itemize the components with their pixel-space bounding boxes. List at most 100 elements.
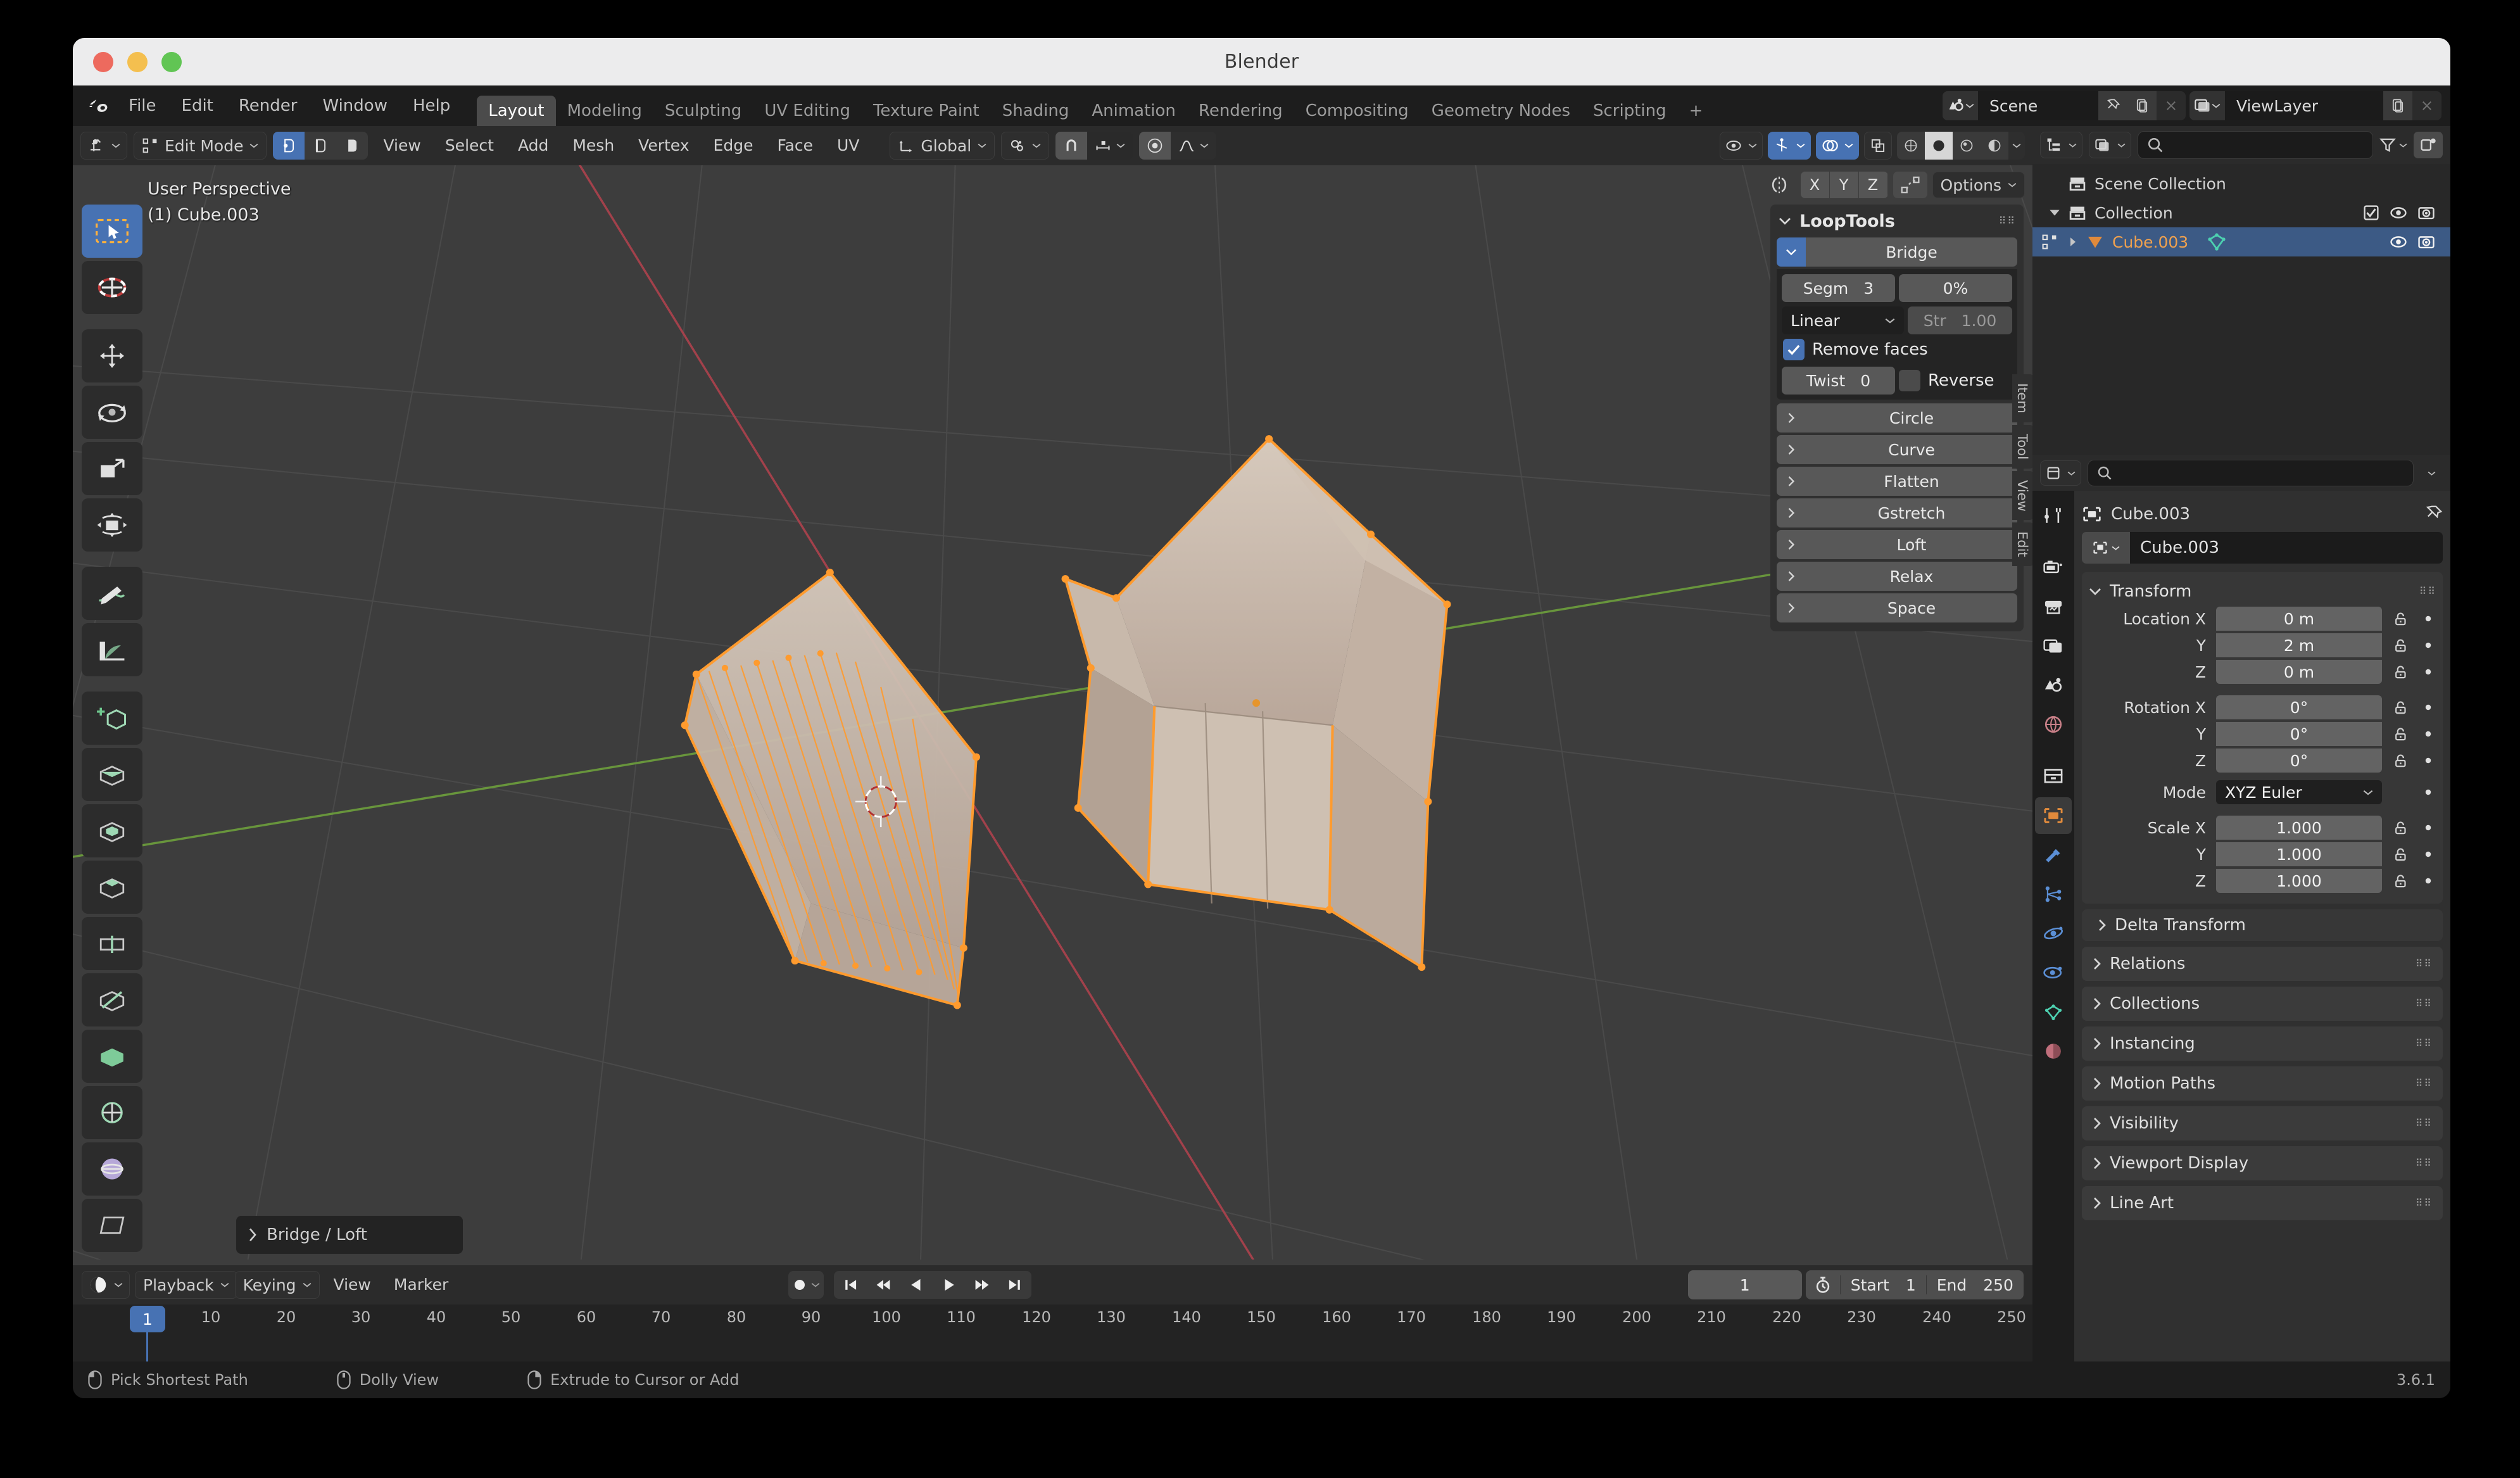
- play-reverse-icon[interactable]: [900, 1271, 933, 1299]
- looptools-gstretch-row[interactable]: Gstretch: [1777, 498, 2017, 527]
- transform-panel-header[interactable]: Transform ⠿⠿: [2088, 577, 2436, 606]
- tool-bevel-icon[interactable]: [82, 861, 142, 914]
- proportional-edit-icon[interactable]: [1139, 132, 1171, 160]
- jump-to-end-icon[interactable]: [999, 1271, 1031, 1299]
- pivot-point-selector[interactable]: [1001, 132, 1050, 160]
- viewport-menu-select[interactable]: Select: [436, 132, 503, 160]
- viewport-canvas[interactable]: User Perspective (1) Cube.003 X Y Z Opti…: [73, 165, 2032, 1265]
- tool-inset-faces-icon[interactable]: [82, 804, 142, 857]
- animate-rotation-x-icon[interactable]: [2420, 703, 2436, 712]
- viewport-menu-mesh[interactable]: Mesh: [564, 132, 623, 160]
- tool-extrude-region-icon[interactable]: [82, 748, 142, 801]
- solid-shading-icon[interactable]: [1925, 132, 1953, 160]
- add-workspace-button[interactable]: +: [1678, 96, 1715, 126]
- tool-shear-icon[interactable]: [82, 1199, 142, 1252]
- scale-z-field[interactable]: 1.000: [2216, 869, 2382, 893]
- outliner-row-scene-collection[interactable]: Scene Collection: [2032, 169, 2450, 198]
- auto-keying-toggle[interactable]: [788, 1271, 824, 1299]
- previous-keyframe-icon[interactable]: [867, 1271, 900, 1299]
- next-keyframe-icon[interactable]: [966, 1271, 999, 1299]
- tab-object-data-icon[interactable]: [2035, 994, 2072, 1030]
- lock-rotation-x-icon[interactable]: [2388, 700, 2414, 715]
- panel-grip-icon[interactable]: ⠿⠿: [1999, 216, 2016, 226]
- rotation-mode-dropdown[interactable]: XYZ Euler: [2216, 780, 2382, 804]
- bridge-button[interactable]: Bridge: [1806, 237, 2017, 267]
- tab-compositing[interactable]: Compositing: [1294, 96, 1420, 126]
- panel-grip-icon[interactable]: ⠿⠿: [2416, 999, 2433, 1009]
- viewport-display-panel-row[interactable]: Viewport Display ⠿⠿: [2082, 1146, 2443, 1180]
- gizmo-toggle[interactable]: [1768, 132, 1811, 160]
- rotation-y-field[interactable]: 0°: [2216, 722, 2382, 746]
- tab-sculpting[interactable]: Sculpting: [653, 96, 753, 126]
- tool-rotate-icon[interactable]: [82, 386, 142, 439]
- disable-in-renders-icon[interactable]: [2417, 234, 2435, 250]
- tab-particles-icon[interactable]: [2035, 876, 2072, 913]
- tab-geometry-nodes[interactable]: Geometry Nodes: [1420, 96, 1582, 126]
- rotation-x-field[interactable]: 0°: [2216, 695, 2382, 719]
- bridge-expand-icon[interactable]: [1777, 237, 1806, 267]
- mode-selector[interactable]: Edit Mode: [134, 132, 267, 160]
- location-z-field[interactable]: 0 m: [2216, 660, 2382, 684]
- outliner-row-collection[interactable]: Collection: [2032, 198, 2450, 227]
- new-scene-icon[interactable]: [2127, 91, 2157, 120]
- disclosure-triangle-icon[interactable]: [2068, 237, 2078, 247]
- outliner-new-collection-icon[interactable]: [2414, 132, 2443, 158]
- object-name-field[interactable]: Cube.003: [2130, 532, 2443, 564]
- panel-grip-icon[interactable]: ⠿⠿: [2416, 1158, 2433, 1168]
- looptools-relax-row[interactable]: Relax: [1777, 562, 2017, 591]
- space-expand-icon[interactable]: [1777, 593, 1806, 622]
- panel-grip-icon[interactable]: ⠿⠿: [2416, 1118, 2433, 1128]
- frame-range-group[interactable]: Start 1 End 250: [1805, 1270, 2024, 1299]
- tab-scene-icon[interactable]: [2035, 667, 2072, 704]
- lock-rotation-y-icon[interactable]: [2388, 726, 2414, 742]
- tool-smooth-icon[interactable]: [82, 1142, 142, 1196]
- proportional-edit-group[interactable]: [1139, 132, 1217, 160]
- timeline-editor-type-button[interactable]: [82, 1271, 130, 1299]
- wireframe-shading-icon[interactable]: [1897, 132, 1925, 160]
- tool-move-icon[interactable]: [82, 329, 142, 382]
- looptools-loft-row[interactable]: Loft: [1777, 530, 2017, 559]
- looptools-bridge-row[interactable]: Bridge: [1777, 237, 2017, 267]
- scale-x-field[interactable]: 1.000: [2216, 816, 2382, 840]
- flatten-expand-icon[interactable]: [1777, 467, 1806, 496]
- snap-target-selector[interactable]: [1087, 132, 1133, 160]
- panel-grip-icon[interactable]: ⠿⠿: [2416, 1198, 2433, 1208]
- bridge-strength-field[interactable]: Str 1.00: [1908, 306, 2012, 334]
- npanel-tab-tool[interactable]: Tool: [2012, 424, 2032, 469]
- space-button[interactable]: Space: [1806, 593, 2017, 622]
- tab-output-icon[interactable]: [2035, 588, 2072, 625]
- material-preview-shading-icon[interactable]: [1953, 132, 1981, 160]
- tab-rendering[interactable]: Rendering: [1187, 96, 1294, 126]
- visibility-selector[interactable]: [1720, 132, 1763, 160]
- xray-toggle[interactable]: [1864, 132, 1892, 160]
- remove-viewlayer-icon[interactable]: [2412, 91, 2441, 120]
- use-preview-range-icon[interactable]: [1806, 1276, 1840, 1294]
- animate-scale-z-icon[interactable]: [2420, 876, 2436, 885]
- rotation-z-field[interactable]: 0°: [2216, 748, 2382, 773]
- bridge-remove-faces-row[interactable]: Remove faces: [1783, 339, 2011, 360]
- mesh-select-mode-group[interactable]: [273, 132, 369, 160]
- mirror-icon[interactable]: [1763, 172, 1796, 198]
- outliner-search-input[interactable]: [2138, 131, 2373, 159]
- tab-render-icon[interactable]: [2035, 549, 2072, 586]
- lock-location-z-icon[interactable]: [2388, 664, 2414, 679]
- viewport-menu-view[interactable]: View: [374, 132, 429, 160]
- outliner-filter-icon[interactable]: [2379, 137, 2407, 153]
- tool-transform-icon[interactable]: [82, 498, 142, 552]
- menu-render[interactable]: Render: [226, 91, 310, 120]
- animate-location-x-icon[interactable]: [2420, 614, 2436, 623]
- disable-in-renders-icon[interactable]: [2417, 205, 2435, 221]
- curve-button[interactable]: Curve: [1806, 435, 2017, 464]
- tool-poly-build-icon[interactable]: [82, 1030, 142, 1083]
- animate-location-z-icon[interactable]: [2420, 667, 2436, 676]
- looptools-flatten-row[interactable]: Flatten: [1777, 467, 2017, 496]
- tab-animation[interactable]: Animation: [1080, 96, 1187, 126]
- mirror-axis-group[interactable]: X Y Z: [1800, 172, 1888, 198]
- npanel-tab-edit[interactable]: Edit: [2012, 522, 2032, 567]
- tool-add-cube-icon[interactable]: [82, 692, 142, 745]
- tool-knife-icon[interactable]: [82, 973, 142, 1026]
- scene-icon[interactable]: [1943, 91, 1978, 120]
- playback-controls[interactable]: [833, 1271, 1031, 1299]
- playhead[interactable]: 1: [130, 1306, 165, 1332]
- gstretch-expand-icon[interactable]: [1777, 498, 1806, 527]
